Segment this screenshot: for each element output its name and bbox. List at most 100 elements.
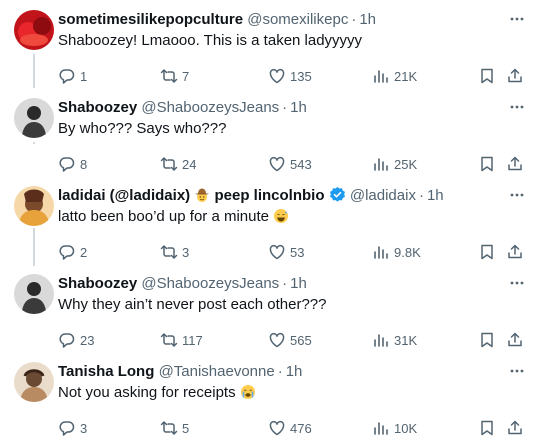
share-icon: [508, 244, 522, 259]
handle[interactable]: @ShaboozeysJeans: [141, 275, 279, 292]
retweet-icon: [160, 333, 178, 347]
display-name[interactable]: sometimesilikepopculture: [58, 11, 243, 28]
like-button[interactable]: 476: [268, 418, 312, 438]
share-button[interactable]: [506, 418, 524, 438]
tweet[interactable]: sometimesilikepopculture @somexilikepc · 1…: [0, 10, 540, 90]
views-button[interactable]: 9.8K: [372, 242, 421, 262]
views-count: 10K: [394, 420, 418, 436]
retweet-button[interactable]: 117: [160, 330, 203, 350]
avatar[interactable]: [14, 98, 54, 138]
reply-count: 1: [80, 68, 88, 84]
like-icon: [269, 420, 285, 436]
share-button[interactable]: [506, 242, 524, 262]
retweet-count: 7: [182, 68, 190, 84]
like-button[interactable]: 53: [268, 242, 304, 262]
share-icon: [508, 332, 522, 347]
bookmark-icon: [481, 68, 493, 84]
timestamp[interactable]: 1h: [427, 187, 444, 204]
timestamp[interactable]: 1h: [359, 11, 376, 28]
bookmark-button[interactable]: [478, 418, 496, 438]
views-button[interactable]: 21K: [372, 66, 417, 86]
tweet[interactable]: Shaboozey @ShaboozeysJeans · 1h By who??? …: [0, 98, 540, 178]
display-name[interactable]: Shaboozey: [58, 99, 137, 116]
display-name-suffix[interactable]: peep lincolnbio: [215, 187, 325, 204]
share-icon: [508, 420, 522, 435]
avatar[interactable]: [14, 10, 54, 50]
more-icon[interactable]: [508, 186, 526, 204]
retweet-button[interactable]: 24: [160, 154, 196, 174]
tweet-header: Tanisha Long @Tanishaevonne · 1h: [58, 362, 302, 382]
share-icon: [508, 156, 522, 171]
tweet-header: Shaboozey @ShaboozeysJeans · 1h: [58, 98, 307, 118]
bookmark-button[interactable]: [478, 330, 496, 350]
share-button[interactable]: [506, 330, 524, 350]
views-button[interactable]: 31K: [372, 330, 417, 350]
like-button[interactable]: 135: [268, 66, 312, 86]
retweet-icon: [160, 421, 178, 435]
timestamp[interactable]: 1h: [290, 275, 307, 292]
reply-count: 23: [80, 332, 95, 348]
bookmark-button[interactable]: [478, 154, 496, 174]
tweet-text-container: Not you asking for receipts: [58, 383, 256, 406]
timestamp[interactable]: 1h: [290, 99, 307, 116]
display-name[interactable]: Shaboozey: [58, 275, 137, 292]
share-button[interactable]: [506, 66, 524, 86]
handle[interactable]: @Tanishaevonne: [159, 363, 275, 380]
separator-dot: ·: [282, 99, 288, 116]
reply-button[interactable]: 3: [58, 418, 87, 438]
views-count: 21K: [394, 68, 418, 84]
timestamp[interactable]: 1h: [286, 363, 303, 380]
display-name[interactable]: Tanisha Long: [58, 363, 154, 380]
cowboy-emoji: [194, 187, 210, 209]
tweet-header: sometimesilikepopculture @somexilikepc · 1…: [58, 10, 376, 30]
like-icon: [269, 156, 285, 172]
action-bar: 1 7 135 21K: [58, 66, 524, 86]
handle[interactable]: @ShaboozeysJeans: [141, 99, 279, 116]
tweet[interactable]: Tanisha Long @Tanishaevonne · 1h Not you a…: [0, 362, 540, 442]
tweet-text-container: latto been boo’d up for a minute: [58, 207, 289, 230]
reply-button[interactable]: 8: [58, 154, 87, 174]
views-button[interactable]: 10K: [372, 418, 417, 438]
handle[interactable]: @somexilikepc: [247, 11, 348, 28]
verified-badge: [329, 186, 346, 209]
display-name[interactable]: ladidai (@ladidaix): [58, 187, 190, 204]
like-button[interactable]: 565: [268, 330, 312, 350]
like-icon: [269, 244, 285, 260]
more-icon[interactable]: [508, 10, 526, 28]
separator-dot: ·: [418, 187, 424, 204]
views-count: 25K: [394, 156, 418, 172]
retweet-button[interactable]: 5: [160, 418, 189, 438]
like-button[interactable]: 543: [268, 154, 312, 174]
handle[interactable]: @ladidaix: [350, 187, 416, 204]
retweet-icon: [160, 245, 178, 259]
bookmark-button[interactable]: [478, 242, 496, 262]
retweet-count: 24: [182, 156, 197, 172]
reply-button[interactable]: 1: [58, 66, 87, 86]
more-icon[interactable]: [508, 274, 526, 292]
more-icon[interactable]: [508, 98, 526, 116]
retweet-button[interactable]: 3: [160, 242, 189, 262]
bookmark-button[interactable]: [478, 66, 496, 86]
retweet-count: 117: [182, 332, 203, 348]
views-icon: [374, 70, 388, 83]
tweet-text: Not you asking for receipts: [58, 384, 236, 401]
action-bar: 8 24 543 25K: [58, 154, 524, 174]
reply-button[interactable]: 2: [58, 242, 87, 262]
reply-button[interactable]: 23: [58, 330, 94, 350]
share-icon: [508, 68, 522, 83]
avatar[interactable]: [14, 362, 54, 402]
share-button[interactable]: [506, 154, 524, 174]
views-button[interactable]: 25K: [372, 154, 417, 174]
reply-count: 2: [80, 244, 88, 260]
tweet[interactable]: ladidai (@ladidaix) peep lincolnbio @lad…: [0, 186, 540, 266]
like-count: 476: [290, 420, 312, 436]
retweet-button[interactable]: 7: [160, 66, 189, 86]
views-count: 9.8K: [394, 244, 421, 260]
avatar[interactable]: [14, 186, 54, 226]
reply-count: 8: [80, 156, 88, 172]
avatar[interactable]: [14, 274, 54, 314]
views-icon: [374, 246, 388, 259]
more-icon[interactable]: [508, 362, 526, 380]
tweet[interactable]: Shaboozey @ShaboozeysJeans · 1h Why they a…: [0, 274, 540, 354]
separator-dot: ·: [277, 363, 283, 380]
